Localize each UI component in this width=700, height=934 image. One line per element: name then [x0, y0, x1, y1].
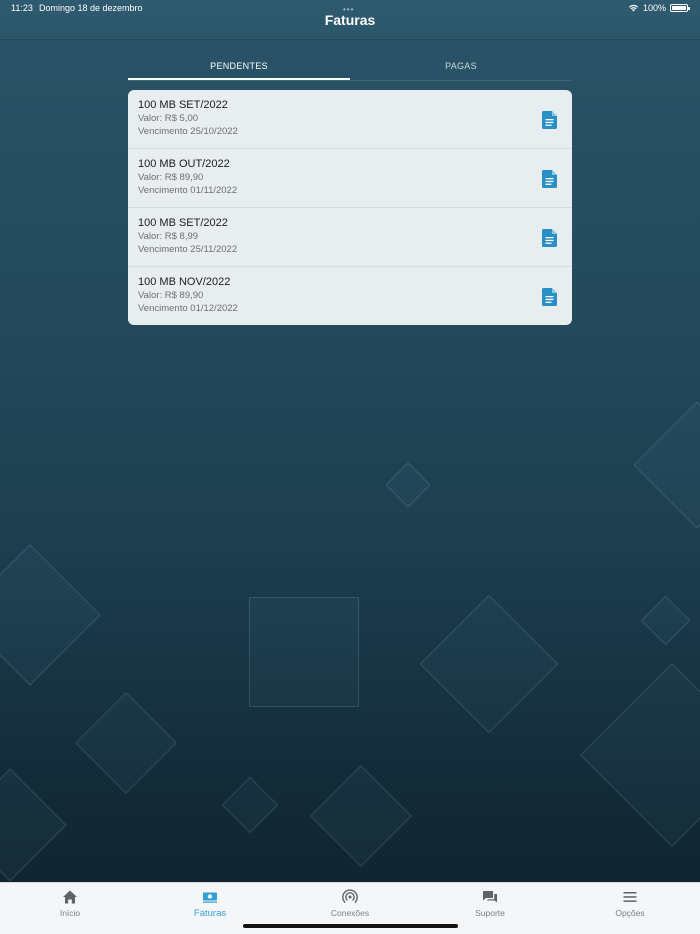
invoice-item[interactable]: 100 MB SET/2022 Valor: R$ 5,00 Venciment…	[128, 90, 572, 149]
tab-pagas[interactable]: PAGAS	[350, 55, 572, 80]
home-indicator[interactable]	[243, 924, 458, 928]
invoice-due-date: Vencimento 25/10/2022	[138, 126, 238, 137]
status-right: 100%	[628, 3, 690, 13]
document-icon[interactable]	[542, 111, 557, 129]
nav-item-opcoes[interactable]: Opções	[560, 883, 700, 934]
nav-item-inicio[interactable]: Início	[0, 883, 140, 934]
invoice-item[interactable]: 100 MB SET/2022 Valor: R$ 8,99 Venciment…	[128, 208, 572, 267]
nav-label: Conexões	[330, 908, 370, 918]
invoice-due-date: Vencimento 01/11/2022	[138, 185, 238, 196]
document-icon[interactable]	[542, 288, 557, 306]
battery-percent: 100%	[642, 3, 666, 13]
invoice-title: 100 MB NOV/2022	[138, 276, 231, 288]
menu-icon	[623, 892, 637, 902]
money-icon	[203, 892, 217, 903]
status-date: Domingo 18 de dezembro	[39, 3, 143, 13]
nav-label: Opções	[615, 908, 645, 918]
chat-icon	[483, 891, 497, 903]
nav-label: Início	[59, 908, 81, 918]
invoice-title: 100 MB OUT/2022	[138, 158, 230, 170]
invoice-list: 100 MB SET/2022 Valor: R$ 5,00 Venciment…	[128, 90, 572, 325]
wifi-icon	[628, 4, 639, 12]
document-icon[interactable]	[542, 229, 557, 247]
nav-label: Faturas	[193, 908, 227, 919]
invoice-value: Valor: R$ 89,90	[138, 172, 204, 183]
status-time: 11:23	[11, 3, 33, 13]
battery-icon	[670, 4, 690, 12]
invoice-item[interactable]: 100 MB OUT/2022 Valor: R$ 89,90 Vencimen…	[128, 149, 572, 208]
tab-pendentes[interactable]: PENDENTES	[128, 55, 350, 80]
invoice-due-date: Vencimento 25/11/2022	[138, 244, 238, 255]
invoice-due-date: Vencimento 01/12/2022	[138, 303, 238, 314]
invoice-value: Valor: R$ 5,00	[138, 113, 199, 124]
invoice-value: Valor: R$ 89,90	[138, 290, 204, 301]
status-bar: 11:23 Domingo 18 de dezembro ••• 100%	[0, 0, 700, 18]
invoice-value: Valor: R$ 8,99	[138, 231, 199, 242]
home-icon	[63, 890, 77, 904]
invoice-title: 100 MB SET/2022	[138, 217, 228, 229]
nav-label: Suporte	[475, 908, 505, 918]
signal-icon	[342, 889, 358, 903]
invoice-item[interactable]: 100 MB NOV/2022 Valor: R$ 89,90 Vencimen…	[128, 267, 572, 325]
multitask-dots-icon[interactable]: •••	[343, 5, 354, 14]
document-icon[interactable]	[542, 170, 557, 188]
tab-bar: PENDENTES PAGAS	[128, 55, 572, 81]
invoice-title: 100 MB SET/2022	[138, 99, 228, 111]
